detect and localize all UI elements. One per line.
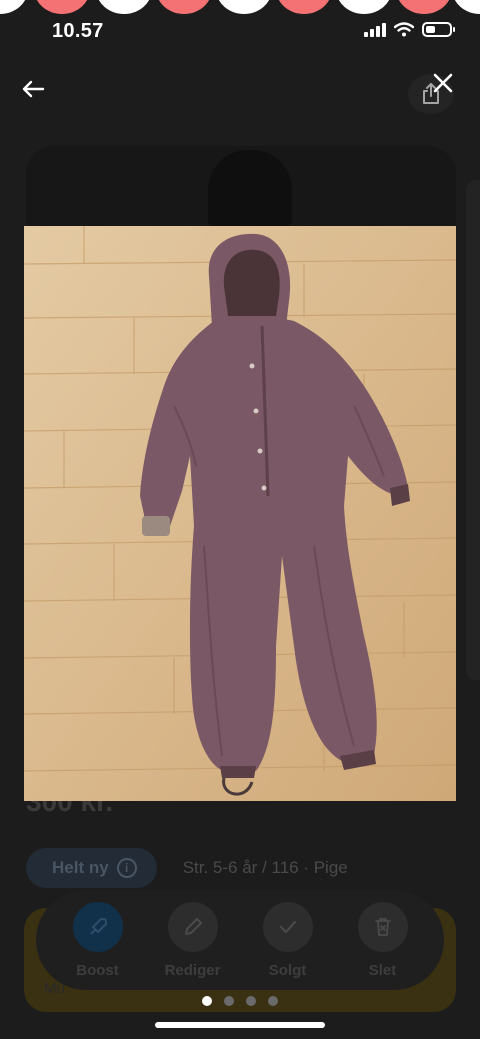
pager-dot-4[interactable]	[268, 996, 278, 1006]
status-icons	[364, 22, 455, 37]
status-bar: 10.57	[0, 16, 480, 50]
checkmark-icon	[279, 920, 296, 933]
background-image-shadow	[208, 150, 292, 226]
listing-photo[interactable]	[24, 226, 456, 801]
close-viewer-button[interactable]	[426, 66, 460, 100]
status-time: 10.57	[52, 20, 104, 42]
boost-icon-circle	[72, 901, 123, 952]
trash-icon	[374, 917, 391, 936]
back-button[interactable]	[16, 72, 50, 106]
pencil-icon	[184, 917, 202, 935]
cellular-signal-icon	[364, 22, 386, 37]
battery-icon	[422, 22, 455, 37]
close-icon	[433, 73, 453, 93]
edit-button[interactable]: Rediger	[148, 901, 238, 979]
delete-icon-circle	[357, 901, 408, 952]
listing-action-bar: Boost Rediger Solgt Slet	[36, 890, 444, 990]
info-icon: i	[116, 858, 137, 878]
top-decoration	[0, 0, 480, 16]
sold-label: Solgt	[268, 961, 307, 979]
boost-label: Boost	[76, 961, 119, 979]
sold-button[interactable]: Solgt	[243, 901, 333, 979]
rocket-icon	[89, 917, 107, 935]
delete-label: Slet	[368, 961, 397, 979]
edit-icon-circle	[167, 901, 218, 952]
edit-label: Rediger	[164, 961, 221, 979]
pager-dot-3[interactable]	[246, 996, 256, 1006]
wifi-icon	[394, 22, 414, 37]
pager-dot-2[interactable]	[224, 996, 234, 1006]
size-details: Str. 5-6 år / 116 · Pige	[182, 858, 348, 877]
listing-details-row: Helt ny i Str. 5-6 år / 116 · Pige	[26, 848, 348, 888]
home-indicator[interactable]	[155, 1022, 325, 1028]
background-next-card	[466, 180, 480, 680]
snowsuit-photo	[24, 226, 456, 801]
condition-label: Helt ny	[52, 858, 109, 877]
boost-button[interactable]: Boost	[53, 901, 143, 979]
photo-pager	[0, 996, 480, 1006]
delete-button[interactable]: Slet	[338, 901, 428, 979]
pager-dot-1[interactable]	[202, 996, 212, 1006]
sold-icon-circle	[262, 901, 313, 952]
arrow-left-icon	[22, 80, 45, 98]
condition-chip[interactable]: Helt ny i	[26, 848, 157, 888]
